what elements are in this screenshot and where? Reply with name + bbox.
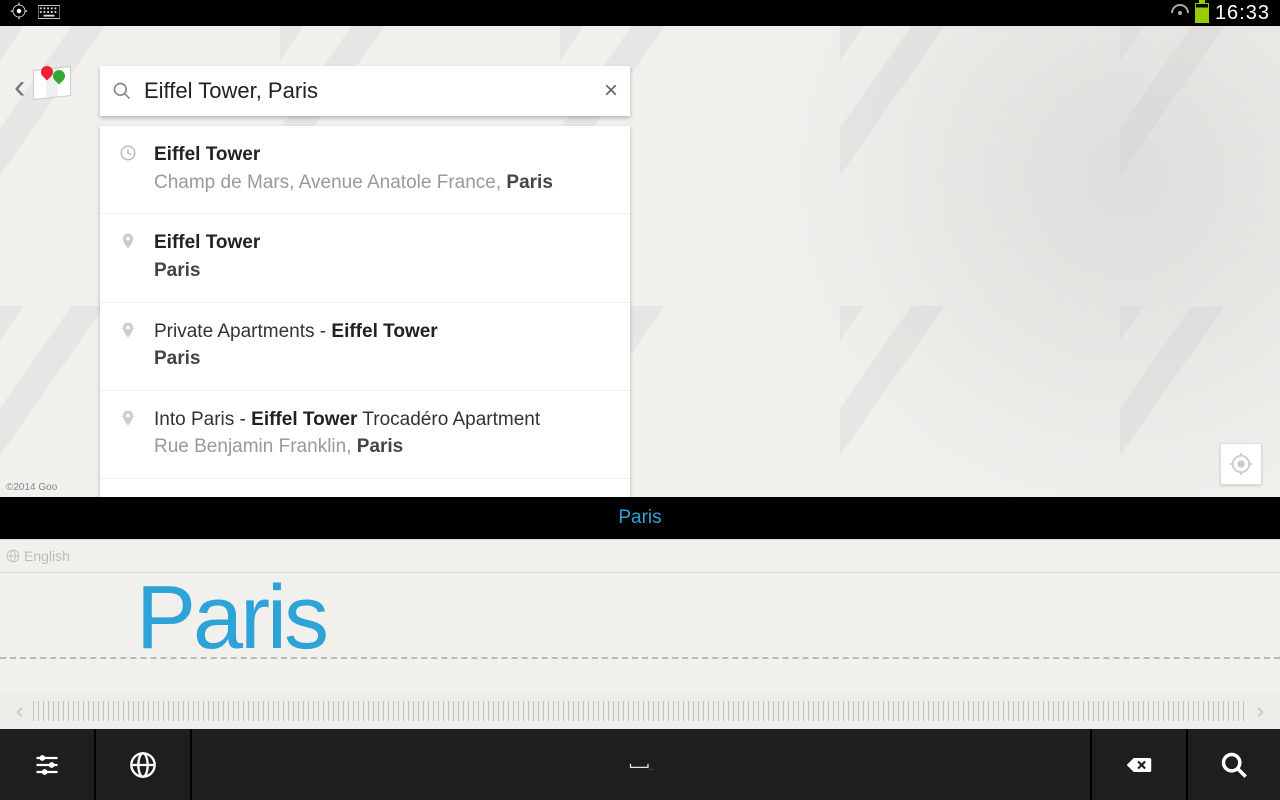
globe-icon xyxy=(6,549,20,563)
suggestion-title: Private Apartments - Eiffel Tower xyxy=(154,319,438,345)
keyboard-language-button[interactable] xyxy=(96,729,192,800)
keyboard-backspace-button[interactable] xyxy=(1092,729,1188,800)
place-icon xyxy=(118,319,138,372)
keyboard-language-label: English xyxy=(24,548,70,564)
keyboard-indicator-icon xyxy=(38,3,60,24)
handwriting-scroll-row: ‹ › xyxy=(0,693,1280,729)
suggestion-item[interactable]: Eiffel TowerChamp de Mars, Avenue Anatol… xyxy=(100,126,630,214)
suggestion-item[interactable]: Private Apartments - Eiffel TowerParis xyxy=(100,303,630,391)
map-attribution: ©2014 Goo xyxy=(6,482,57,493)
scroll-left-button[interactable]: ‹ xyxy=(10,698,29,724)
search-box[interactable]: × xyxy=(100,66,630,116)
status-bar: 16:33 xyxy=(0,0,1280,26)
keyboard-candidate-bar[interactable]: Paris xyxy=(0,497,1280,539)
my-location-button[interactable] xyxy=(1220,443,1262,485)
suggestion-item[interactable]: Eiffel TowerParis xyxy=(100,214,630,302)
ruler-icon[interactable] xyxy=(33,701,1246,721)
place-icon xyxy=(118,407,138,460)
chevron-left-icon: ‹ xyxy=(14,70,25,104)
keyboard-search-button[interactable] xyxy=(1188,729,1280,800)
gps-icon xyxy=(10,2,28,25)
battery-icon xyxy=(1195,3,1209,23)
suggestion-subtitle: Paris xyxy=(154,258,260,284)
scroll-right-button[interactable]: › xyxy=(1251,698,1270,724)
suggestion-subtitle: Paris xyxy=(154,346,438,372)
keyboard-toolbar: ... xyxy=(0,729,1280,800)
wifi-icon xyxy=(1171,4,1189,22)
suggestion-title: Eiffel Tower xyxy=(154,142,553,168)
svg-text:...: ... xyxy=(649,765,653,770)
handwriting-area[interactable]: er, Paris xyxy=(0,573,1280,693)
keyboard-settings-button[interactable] xyxy=(0,729,96,800)
suggestion-title: Eiffel Tower xyxy=(154,230,260,256)
keyboard-space-button[interactable]: ... xyxy=(192,729,1092,800)
history-icon xyxy=(118,142,138,195)
clock: 16:33 xyxy=(1215,2,1270,25)
map-canvas[interactable]: ©2014 Goo ‹ × Eiffel TowerChamp de Mars,… xyxy=(0,26,1280,497)
clear-search-button[interactable]: × xyxy=(604,79,618,103)
candidate-word[interactable]: Paris xyxy=(618,507,661,529)
suggestion-subtitle: Champ de Mars, Avenue Anatole France, Pa… xyxy=(154,170,553,196)
place-icon xyxy=(118,230,138,283)
suggestion-subtitle: Rue Benjamin Franklin, Paris xyxy=(154,434,540,460)
suggestion-title: Into Paris - Eiffel Tower Trocadéro Apar… xyxy=(154,407,540,433)
handwriting-current-word: Paris xyxy=(136,567,326,670)
maps-app-icon xyxy=(33,68,71,106)
suggestion-item[interactable]: Into Paris - Eiffel Tower Trocadéro Apar… xyxy=(100,391,630,479)
search-input[interactable] xyxy=(144,78,592,104)
back-button[interactable]: ‹ xyxy=(14,68,71,106)
search-icon xyxy=(112,81,132,101)
